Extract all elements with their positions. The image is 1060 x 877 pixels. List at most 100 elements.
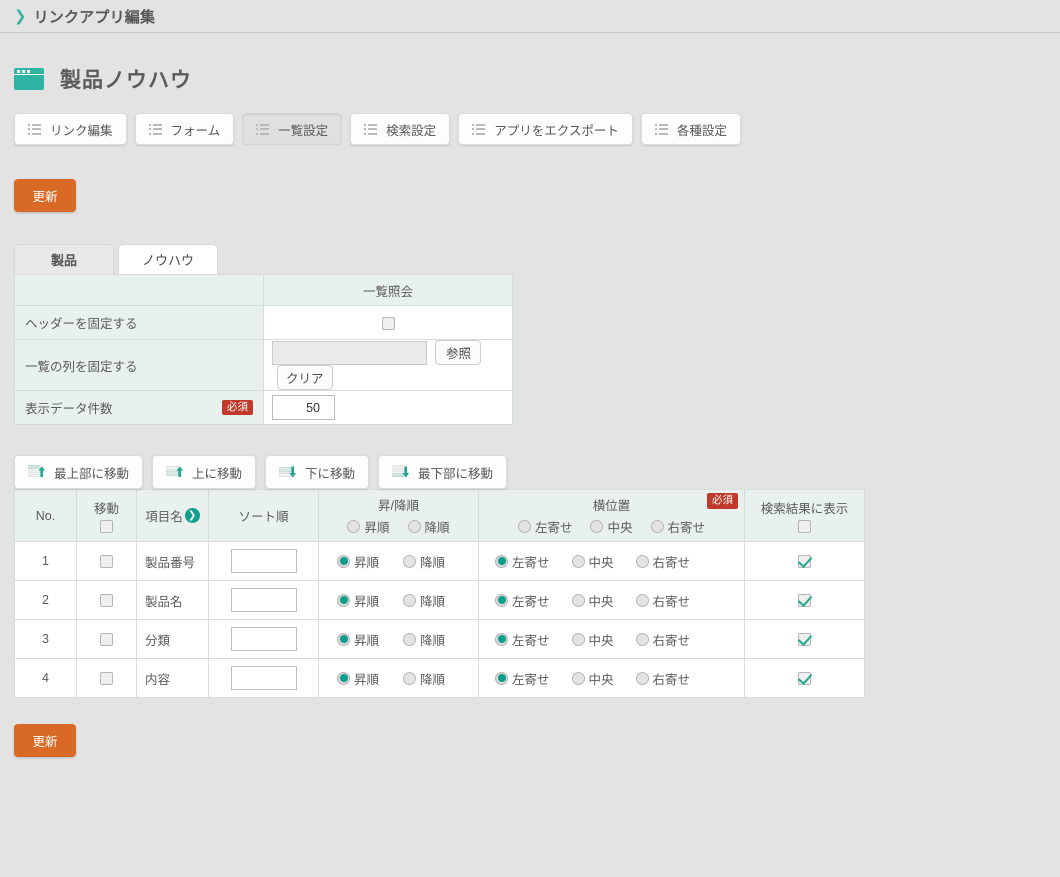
row-move-checkbox[interactable] bbox=[100, 555, 113, 569]
row-show-checkbox[interactable] bbox=[798, 633, 811, 647]
row-asc-label[interactable]: 昇順 bbox=[337, 630, 379, 649]
row-align-left-label[interactable]: 左寄せ bbox=[495, 591, 550, 610]
header-align-center-radio[interactable] bbox=[590, 520, 604, 533]
move-to-top-button[interactable]: 最上部に移動 bbox=[14, 455, 144, 489]
tab-knowhow[interactable]: ノウハウ bbox=[118, 244, 218, 274]
row-align-right-label[interactable]: 右寄せ bbox=[635, 591, 690, 610]
row-desc-label[interactable]: 降順 bbox=[403, 552, 445, 571]
toolbar-button-list-settings[interactable]: 一覧設定 bbox=[242, 113, 343, 145]
row-align-right-label[interactable]: 右寄せ bbox=[635, 630, 690, 649]
row-desc-label[interactable]: 降順 bbox=[403, 630, 445, 649]
row-sort-cell bbox=[208, 580, 319, 620]
row-align-center-label[interactable]: 中央 bbox=[571, 552, 614, 571]
row-align-left-radio[interactable] bbox=[495, 593, 508, 607]
table-row: 3 分類 昇順 降順 左寄せ 中央 右寄せ bbox=[14, 619, 865, 659]
move-up-button[interactable]: 上に移動 bbox=[152, 455, 257, 489]
toolbar-button-misc-settings[interactable]: 各種設定 bbox=[640, 113, 741, 145]
row-align-left-radio[interactable] bbox=[495, 554, 508, 568]
row-align-left-label[interactable]: 左寄せ bbox=[495, 669, 550, 688]
move-down-button[interactable]: 下に移動 bbox=[265, 455, 370, 489]
row-asc-radio[interactable] bbox=[337, 632, 350, 646]
show-select-all-checkbox[interactable] bbox=[798, 520, 811, 533]
fix-header-checkbox[interactable] bbox=[381, 316, 395, 330]
toolbar-button-search-settings[interactable]: 検索設定 bbox=[350, 113, 451, 145]
row-sort-input[interactable] bbox=[230, 627, 297, 651]
header-asc-radio-label[interactable]: 昇順 bbox=[347, 517, 390, 536]
header-align-left-label[interactable]: 左寄せ bbox=[517, 517, 573, 536]
row-sort-input[interactable] bbox=[230, 549, 297, 573]
row-desc-radio[interactable] bbox=[403, 554, 417, 568]
row-align-right-radio[interactable] bbox=[635, 554, 649, 568]
header-align-center-label[interactable]: 中央 bbox=[590, 517, 633, 536]
breadcrumb: ❯ リンクアプリ編集 bbox=[0, 0, 1060, 33]
required-badge: 必須 bbox=[222, 399, 253, 416]
row-align-center-radio[interactable] bbox=[571, 593, 585, 607]
chevron-right-circle-icon[interactable]: ❯ bbox=[184, 508, 200, 523]
row-align-right-label[interactable]: 右寄せ bbox=[635, 552, 690, 571]
row-desc-radio[interactable] bbox=[403, 671, 417, 685]
row-align-left-radio[interactable] bbox=[495, 632, 508, 646]
header-desc-radio-label[interactable]: 降順 bbox=[407, 517, 450, 536]
row-asc-radio[interactable] bbox=[337, 554, 350, 568]
row-show-checkbox[interactable] bbox=[798, 594, 811, 608]
row-no: 1 bbox=[14, 541, 77, 581]
header-align-left-radio[interactable] bbox=[517, 520, 531, 533]
row-align-center-label[interactable]: 中央 bbox=[571, 630, 614, 649]
toolbar: リンク編集 フォーム 一覧設定 検索設定 アプリをエクスポート 各種設定 bbox=[0, 91, 1060, 145]
row-asc-radio[interactable] bbox=[337, 593, 350, 607]
row-align-center-label[interactable]: 中央 bbox=[571, 591, 614, 610]
tab-label: ノウハウ bbox=[141, 253, 194, 268]
row-align-left-label[interactable]: 左寄せ bbox=[495, 552, 550, 571]
row-align-center-radio[interactable] bbox=[571, 554, 585, 568]
header-asc-desc-title: 昇/降順 bbox=[378, 499, 419, 513]
table-row: 4 内容 昇順 降順 左寄せ 中央 右寄せ bbox=[14, 658, 865, 698]
row-move-checkbox[interactable] bbox=[100, 633, 113, 647]
row-align-center-radio[interactable] bbox=[571, 671, 585, 685]
row-count-input[interactable] bbox=[272, 395, 335, 420]
breadcrumb-link[interactable]: リンクアプリ編集 bbox=[34, 6, 156, 27]
row-asc-label[interactable]: 昇順 bbox=[337, 552, 379, 571]
row-align-right-radio[interactable] bbox=[635, 671, 649, 685]
toolbar-button-export-app[interactable]: アプリをエクスポート bbox=[458, 113, 633, 145]
toolbar-button-link-edit[interactable]: リンク編集 bbox=[14, 113, 127, 145]
row-move-cell bbox=[76, 580, 137, 620]
header-move-label: 移動 bbox=[93, 502, 119, 516]
header-asc-radio[interactable] bbox=[347, 520, 361, 533]
toolbar-button-label: フォーム bbox=[170, 123, 221, 138]
row-move-checkbox[interactable] bbox=[100, 672, 113, 686]
row-desc-label[interactable]: 降順 bbox=[403, 669, 445, 688]
row-show-checkbox[interactable] bbox=[798, 672, 811, 686]
header-align-left-text: 左寄せ bbox=[534, 521, 573, 535]
row-asc-label[interactable]: 昇順 bbox=[337, 591, 379, 610]
move-to-bottom-button[interactable]: 最下部に移動 bbox=[378, 455, 508, 489]
clear-button[interactable]: クリア bbox=[277, 365, 333, 390]
browse-button[interactable]: 参照 bbox=[435, 340, 482, 365]
row-order-cell: 昇順 降順 bbox=[318, 658, 479, 698]
row-align-right-radio[interactable] bbox=[635, 632, 649, 646]
row-asc-radio[interactable] bbox=[337, 671, 350, 685]
row-asc-label[interactable]: 昇順 bbox=[337, 669, 379, 688]
row-desc-radio[interactable] bbox=[403, 593, 417, 607]
row-desc-label[interactable]: 降順 bbox=[403, 591, 445, 610]
row-show-checkbox[interactable] bbox=[798, 555, 811, 569]
row-move-checkbox[interactable] bbox=[100, 594, 113, 608]
header-align-right-label[interactable]: 右寄せ bbox=[650, 517, 705, 536]
row-align-right-radio[interactable] bbox=[635, 593, 649, 607]
move-select-all-checkbox[interactable] bbox=[100, 520, 113, 533]
row-align-center-radio[interactable] bbox=[571, 632, 585, 646]
row-align-left-label[interactable]: 左寄せ bbox=[495, 630, 550, 649]
row-align-center-label[interactable]: 中央 bbox=[571, 669, 614, 688]
fix-columns-input[interactable] bbox=[272, 340, 427, 365]
row-sort-input[interactable] bbox=[230, 588, 297, 612]
row-sort-input[interactable] bbox=[230, 666, 297, 690]
header-desc-radio[interactable] bbox=[407, 520, 421, 533]
header-align-right-radio[interactable] bbox=[650, 520, 664, 533]
row-desc-radio[interactable] bbox=[403, 632, 417, 646]
page-title: 製品ノウハウ bbox=[60, 69, 192, 92]
update-button-bottom[interactable]: 更新 bbox=[14, 724, 76, 757]
row-align-right-label[interactable]: 右寄せ bbox=[635, 669, 690, 688]
update-button-top[interactable]: 更新 bbox=[14, 179, 76, 212]
row-align-left-radio[interactable] bbox=[495, 671, 508, 685]
toolbar-button-form[interactable]: フォーム bbox=[134, 113, 235, 145]
tab-product[interactable]: 製品 bbox=[14, 244, 114, 274]
